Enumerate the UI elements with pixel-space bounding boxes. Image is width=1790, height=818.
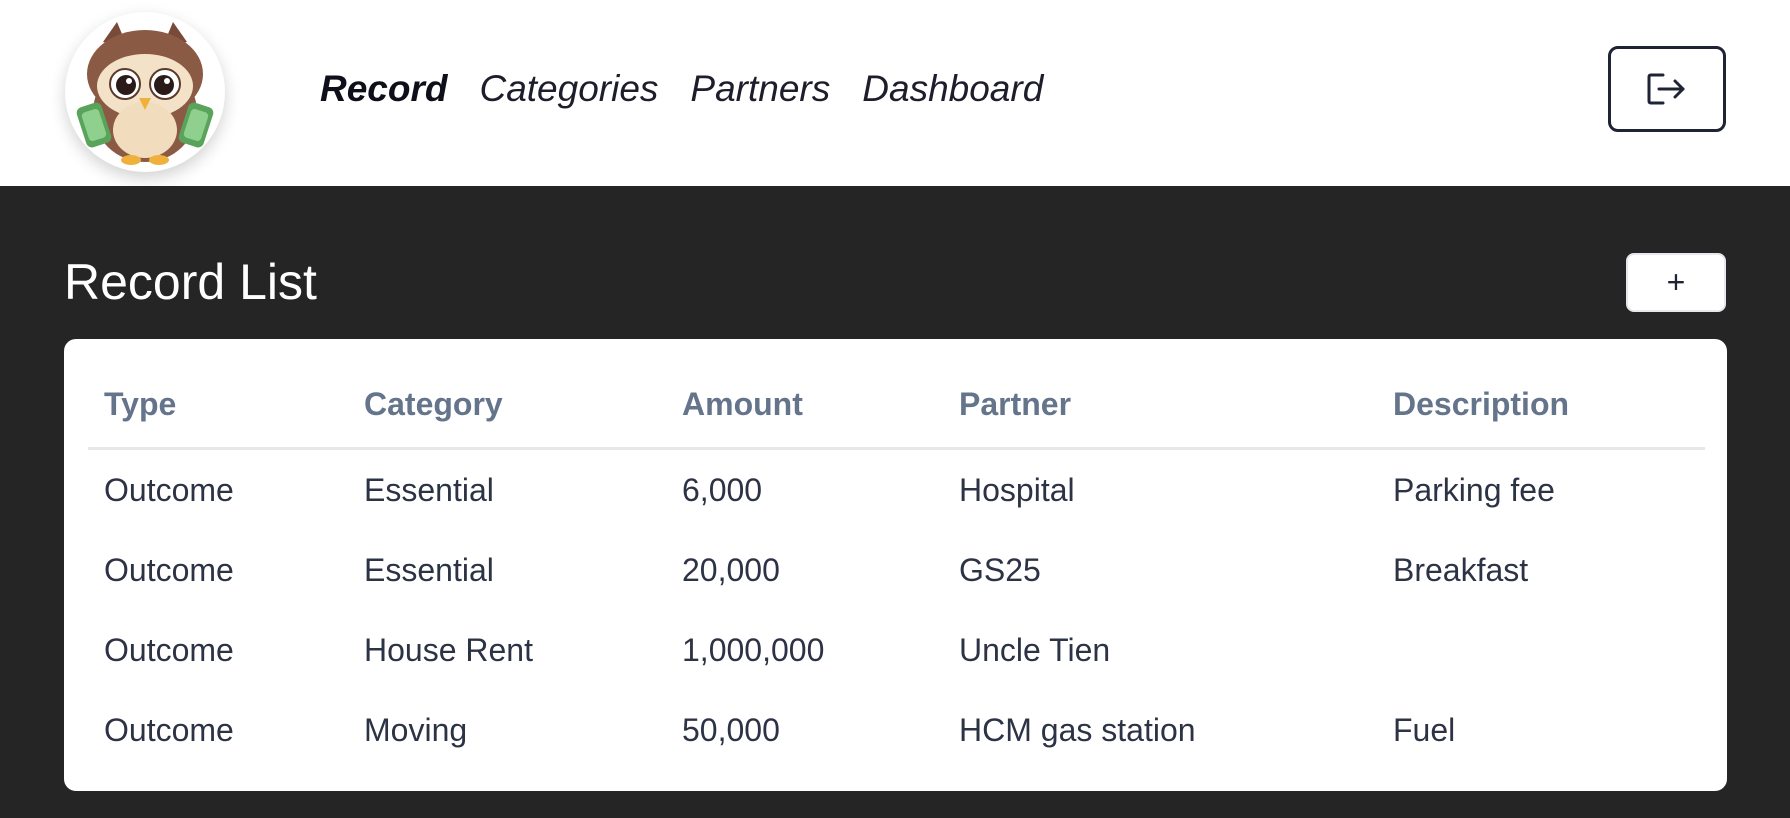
cell-type: Outcome [104, 711, 234, 748]
cell-partner: GS25 [959, 551, 1041, 588]
logout-icon [1647, 73, 1685, 105]
top-navbar: Record Categories Partners Dashboard [0, 0, 1790, 186]
table-row[interactable]: Outcome House Rent 1,000,000 Uncle Tien [88, 610, 1705, 690]
main-nav: Record Categories Partners Dashboard [320, 66, 1043, 112]
owl-logo[interactable] [65, 12, 225, 172]
cell-partner: Hospital [959, 471, 1075, 508]
cell-category: Essential [364, 551, 494, 588]
nav-item-categories[interactable]: Categories [479, 66, 658, 112]
logout-button[interactable] [1608, 46, 1726, 132]
column-header-category[interactable]: Category [348, 361, 666, 450]
column-header-partner[interactable]: Partner [943, 361, 1377, 450]
cell-partner: HCM gas station [959, 711, 1196, 748]
column-header-description[interactable]: Description [1377, 361, 1705, 450]
record-table: Type Category Amount Partner Description… [88, 361, 1705, 770]
table-row[interactable]: Outcome Essential 6,000 Hospital Parking… [88, 449, 1705, 531]
cell-amount: 6,000 [682, 471, 763, 508]
cell-amount: 50,000 [682, 711, 780, 748]
cell-amount: 20,000 [682, 551, 780, 588]
table-header-row: Type Category Amount Partner Description [88, 361, 1705, 450]
table-row[interactable]: Outcome Moving 50,000 HCM gas station Fu… [88, 690, 1705, 770]
cell-description: Parking fee [1393, 471, 1555, 508]
cell-type: Outcome [104, 551, 234, 588]
page-title: Record List [64, 254, 317, 310]
add-record-button[interactable]: + [1626, 253, 1726, 312]
cell-category: House Rent [364, 631, 533, 668]
cell-category: Moving [364, 711, 468, 748]
cell-description: Fuel [1393, 711, 1456, 748]
column-header-amount[interactable]: Amount [666, 361, 943, 450]
cell-category: Essential [364, 471, 494, 508]
plus-icon: + [1666, 264, 1686, 300]
cell-type: Outcome [104, 631, 234, 668]
cell-description: Breakfast [1393, 551, 1529, 588]
main-content: Record List + Type Category Amount Partn… [0, 186, 1790, 818]
nav-item-dashboard[interactable]: Dashboard [862, 66, 1043, 112]
record-table-card: Type Category Amount Partner Description… [64, 339, 1727, 791]
column-header-type[interactable]: Type [88, 361, 348, 450]
cell-partner: Uncle Tien [959, 631, 1111, 668]
cell-amount: 1,000,000 [682, 631, 825, 668]
owl-logo-icon [76, 22, 214, 165]
cell-description [1377, 610, 1705, 690]
table-row[interactable]: Outcome Essential 20,000 GS25 Breakfast [88, 530, 1705, 610]
cell-type: Outcome [104, 471, 234, 508]
nav-item-record[interactable]: Record [320, 66, 447, 112]
nav-item-partners[interactable]: Partners [690, 66, 830, 112]
